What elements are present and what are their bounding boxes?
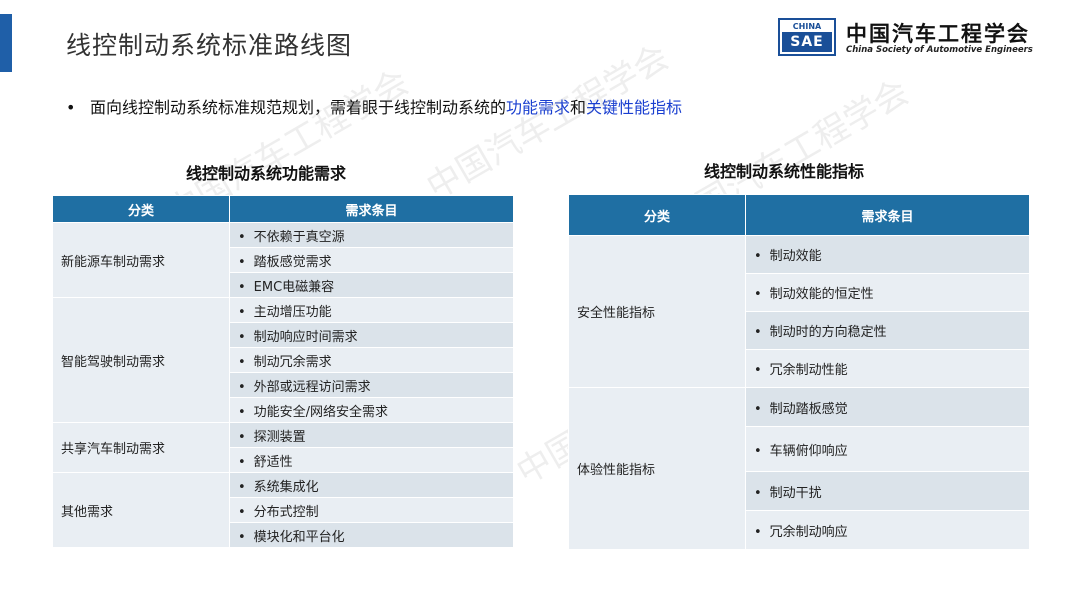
category-cell: 新能源车制动需求 (52, 222, 230, 298)
bullet-highlight-performance: 关键性能指标 (586, 98, 683, 117)
table1-body: 新能源车制动需求不依赖于真空源踏板感觉需求EMC电磁兼容智能驾驶制动需求主动增压… (52, 222, 514, 548)
category-cell: 安全性能指标 (568, 235, 746, 388)
sae-emblem: CHINA SAE (778, 18, 836, 56)
emblem-china-text: CHINA (782, 22, 832, 33)
requirement-item: 主动增压功能 (229, 297, 514, 323)
requirement-item: 踏板感觉需求 (229, 247, 514, 273)
table-row: 其他需求系统集成化 (52, 472, 514, 548)
table2-body: 安全性能指标制动效能制动效能的恒定性制动时的方向稳定性冗余制动性能体验性能指标制… (568, 235, 1030, 550)
requirement-item: 制动干扰 (745, 471, 1030, 511)
requirement-item: 制动效能 (745, 235, 1030, 274)
table-row: 安全性能指标制动效能 (568, 235, 1030, 388)
requirement-item: 外部或远程访问需求 (229, 372, 514, 398)
table1-title: 线控制动系统功能需求 (186, 164, 347, 183)
table-row: 智能驾驶制动需求主动增压功能 (52, 297, 514, 423)
bullet-highlight-function: 功能需求 (506, 98, 571, 117)
header-items: 需求条目 (745, 194, 1030, 236)
requirement-item: 制动时的方向稳定性 (745, 311, 1030, 350)
accent-bar (0, 14, 12, 72)
table2-title: 线控制动系统性能指标 (704, 162, 865, 181)
category-cell: 智能驾驶制动需求 (52, 297, 230, 423)
watermark: 中国汽车工程学会 (419, 37, 676, 208)
table-row: 新能源车制动需求不依赖于真空源 (52, 222, 514, 298)
header-category: 分类 (52, 195, 230, 223)
requirement-item: 功能安全/网络安全需求 (229, 397, 514, 423)
table-row: 体验性能指标制动踏板感觉 (568, 387, 1030, 550)
requirement-item: 车辆俯仰响应 (745, 426, 1030, 472)
logo-name-cn: 中国汽车工程学会 (846, 22, 1030, 46)
category-cell: 其他需求 (52, 472, 230, 548)
category-cell: 共享汽车制动需求 (52, 422, 230, 473)
header-category: 分类 (568, 194, 746, 236)
requirement-item: 舒适性 (229, 447, 514, 473)
intro-bullet: • 面向线控制动系统标准规范规划，需着眼于线控制动系统的功能需求和关键性能指标 (66, 94, 682, 118)
requirement-item: 制动响应时间需求 (229, 322, 514, 348)
bullet-dot: • (66, 98, 76, 117)
requirement-item: 制动效能的恒定性 (745, 273, 1030, 312)
category-cell: 体验性能指标 (568, 387, 746, 550)
performance-index-table: 分类 需求条目 安全性能指标制动效能制动效能的恒定性制动时的方向稳定性冗余制动性… (568, 194, 1030, 550)
requirement-item: 不依赖于真空源 (229, 222, 514, 248)
requirement-item: 制动踏板感觉 (745, 387, 1030, 427)
requirement-item: 探测装置 (229, 422, 514, 448)
slide-title: 线控制动系统标准路线图 (66, 31, 353, 60)
requirement-item: 冗余制动响应 (745, 510, 1030, 550)
china-sae-logo: CHINA SAE 中国汽车工程学会 China Society of Auto… (778, 18, 1060, 60)
table-row: 共享汽车制动需求探测装置 (52, 422, 514, 473)
header-items: 需求条目 (229, 195, 514, 223)
bullet-connector: 和 (570, 98, 587, 117)
requirement-item: 冗余制动性能 (745, 349, 1030, 388)
logo-name-en: China Society of Automotive Engineers (846, 45, 1033, 55)
requirement-item: 模块化和平台化 (229, 522, 514, 548)
emblem-sae-text: SAE (782, 33, 832, 52)
requirement-item: EMC电磁兼容 (229, 272, 514, 298)
requirement-item: 制动冗余需求 (229, 347, 514, 373)
requirement-item: 分布式控制 (229, 497, 514, 523)
requirement-item: 系统集成化 (229, 472, 514, 498)
table-header-row: 分类 需求条目 (568, 194, 1030, 236)
table-header-row: 分类 需求条目 (52, 195, 514, 223)
bullet-text: 面向线控制动系统标准规范规划，需着眼于线控制动系统的 (90, 98, 507, 117)
function-requirements-table: 分类 需求条目 新能源车制动需求不依赖于真空源踏板感觉需求EMC电磁兼容智能驾驶… (52, 195, 514, 548)
